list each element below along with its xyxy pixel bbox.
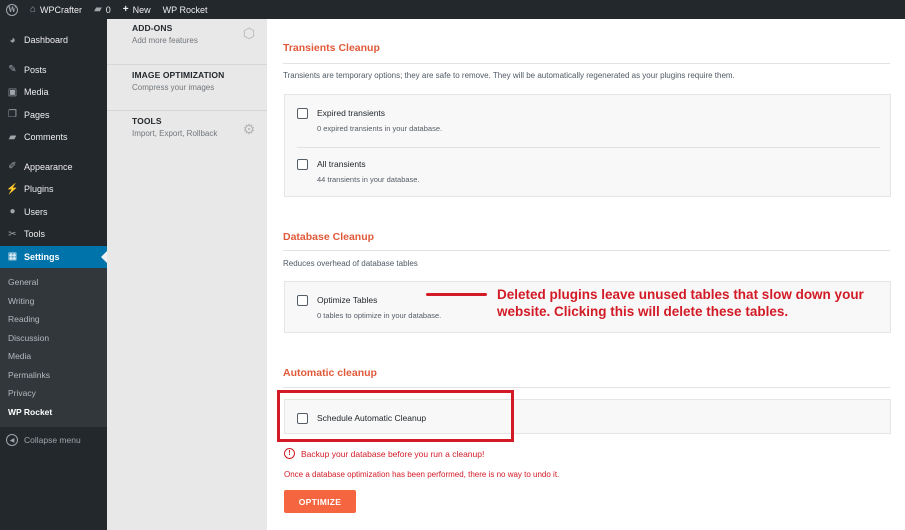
- cubes-icon: ⬡: [242, 25, 256, 41]
- brush-icon: ✐: [8, 161, 17, 173]
- option-label: Expired transients: [317, 108, 386, 118]
- menu-label: Appearance: [24, 161, 73, 172]
- menu-label: Comments: [24, 132, 68, 143]
- optimize-tables-checkbox[interactable]: [297, 295, 308, 306]
- new-label: New: [132, 4, 151, 15]
- menu-item-media[interactable]: ▣ Media: [0, 81, 107, 104]
- pages-icon: ❐: [8, 109, 17, 121]
- wp-logo-button[interactable]: W: [0, 0, 24, 19]
- annotation-pointer-line: [426, 293, 487, 296]
- menu-item-tools[interactable]: ✂ Tools: [0, 223, 107, 246]
- alert-icon: !: [284, 448, 295, 459]
- admin-bar: W ⌂ WPCrafter ▰ 0 + New WP Rocket: [0, 0, 905, 19]
- user-icon: ●: [9, 206, 16, 218]
- menu-item-users[interactable]: ● Users: [0, 201, 107, 224]
- option-divider: [297, 147, 880, 148]
- menu-label: Posts: [24, 64, 47, 75]
- pin-icon: ✎: [8, 64, 17, 76]
- submenu-item-discussion[interactable]: Discussion: [0, 329, 107, 348]
- menu-label: Media: [24, 87, 49, 98]
- dashboard-icon: ◕: [9, 34, 16, 46]
- backup-warning: ! Backup your database before you run a …: [284, 448, 484, 459]
- section-divider: [283, 63, 890, 64]
- menu-item-dashboard[interactable]: ◕ Dashboard: [0, 29, 107, 52]
- home-icon: ⌂: [30, 4, 37, 15]
- submenu-item-privacy[interactable]: Privacy: [0, 384, 107, 403]
- transients-options-box: Expired transients 0 expired transients …: [284, 94, 891, 197]
- nav-item-desc: Compress your images: [132, 83, 215, 92]
- comments-link[interactable]: ▰ 0: [88, 0, 117, 19]
- rocket-sidebar-nav: ADD-ONS Add more features ⬡ IMAGE OPTIMI…: [107, 19, 267, 530]
- nav-item-tools[interactable]: TOOLS Import, Export, Rollback ⚙: [107, 111, 267, 157]
- database-desc: Reduces overhead of database tables: [283, 259, 418, 268]
- site-name: WPCrafter: [40, 4, 83, 15]
- section-divider: [283, 250, 890, 251]
- wordpress-icon: W: [6, 3, 18, 16]
- section-divider: [283, 387, 890, 388]
- comment-icon: ▰: [94, 4, 102, 15]
- wp-rocket-link[interactable]: WP Rocket: [157, 0, 214, 19]
- wrench-icon: ✂: [8, 228, 17, 240]
- option-sub: 0 expired transients in your database.: [317, 124, 443, 133]
- settings-icon: ▦: [7, 251, 18, 263]
- transients-desc: Transients are temporary options; they a…: [283, 71, 735, 80]
- undo-note: Once a database optimization has been pe…: [284, 470, 560, 479]
- collapse-label: Collapse menu: [24, 435, 81, 445]
- comments-count: 0: [105, 4, 111, 15]
- plus-icon: +: [122, 4, 129, 15]
- menu-label: Tools: [24, 229, 46, 240]
- nav-item-add-ons[interactable]: ADD-ONS Add more features ⬡: [107, 19, 267, 65]
- plugin-icon: ⚡: [6, 183, 19, 195]
- menu-item-comments[interactable]: ▰ Comments: [0, 126, 107, 149]
- site-name-link[interactable]: ⌂ WPCrafter: [24, 0, 88, 19]
- menu-item-pages[interactable]: ❐ Pages: [0, 104, 107, 127]
- option-label: Optimize Tables: [317, 295, 378, 305]
- menu-label: Settings: [24, 251, 60, 262]
- nav-item-image-optimization[interactable]: IMAGE OPTIMIZATION Compress your images: [107, 65, 267, 111]
- admin-menu: ◕ Dashboard ✎ Posts ▣ Media ❐ Pages ▰ Comment…: [0, 19, 107, 530]
- menu-label: Users: [24, 206, 48, 217]
- submenu-item-media[interactable]: Media: [0, 347, 107, 366]
- collapse-icon: ◀: [6, 434, 18, 446]
- media-icon: ▣: [7, 86, 18, 98]
- all-transients-checkbox[interactable]: [297, 159, 308, 170]
- collapse-menu-button[interactable]: ◀ Collapse menu: [0, 429, 107, 451]
- settings-submenu: General Writing Reading Discussion Media…: [0, 268, 107, 427]
- expired-transients-checkbox[interactable]: [297, 108, 308, 119]
- comment-icon: ▰: [8, 131, 17, 143]
- annotation-text: Deleted plugins leave unused tables that…: [497, 287, 864, 319]
- menu-label: Pages: [24, 109, 50, 120]
- menu-label: Plugins: [24, 184, 54, 195]
- submenu-item-wp-rocket[interactable]: WP Rocket: [0, 403, 107, 422]
- transients-title: Transients Cleanup: [283, 42, 380, 54]
- menu-item-posts[interactable]: ✎ Posts: [0, 59, 107, 82]
- menu-item-appearance[interactable]: ✐ Appearance: [0, 156, 107, 179]
- option-label: All transients: [317, 159, 366, 169]
- annotation-highlight-box: [277, 390, 514, 442]
- option-sub: 44 transients in your database.: [317, 175, 420, 184]
- database-title: Database Cleanup: [283, 231, 375, 243]
- option-sub: 0 tables to optimize in your database.: [317, 311, 442, 320]
- submenu-item-writing[interactable]: Writing: [0, 292, 107, 311]
- submenu-item-general[interactable]: General: [0, 273, 107, 292]
- optimize-button[interactable]: OPTIMIZE: [284, 490, 356, 513]
- tools-icon: ⚙: [242, 121, 256, 137]
- submenu-item-permalinks[interactable]: Permalinks: [0, 366, 107, 385]
- menu-item-plugins[interactable]: ⚡ Plugins: [0, 178, 107, 201]
- submenu-item-reading[interactable]: Reading: [0, 310, 107, 329]
- backup-warning-text: Backup your database before you run a cl…: [301, 448, 485, 459]
- automatic-title: Automatic cleanup: [283, 367, 377, 379]
- nav-item-title: IMAGE OPTIMIZATION: [132, 70, 225, 80]
- new-content-link[interactable]: + New: [117, 0, 157, 19]
- menu-item-settings[interactable]: ▦ Settings: [0, 245, 107, 268]
- wp-rocket-label: WP Rocket: [162, 4, 208, 15]
- menu-label: Dashboard: [24, 35, 69, 46]
